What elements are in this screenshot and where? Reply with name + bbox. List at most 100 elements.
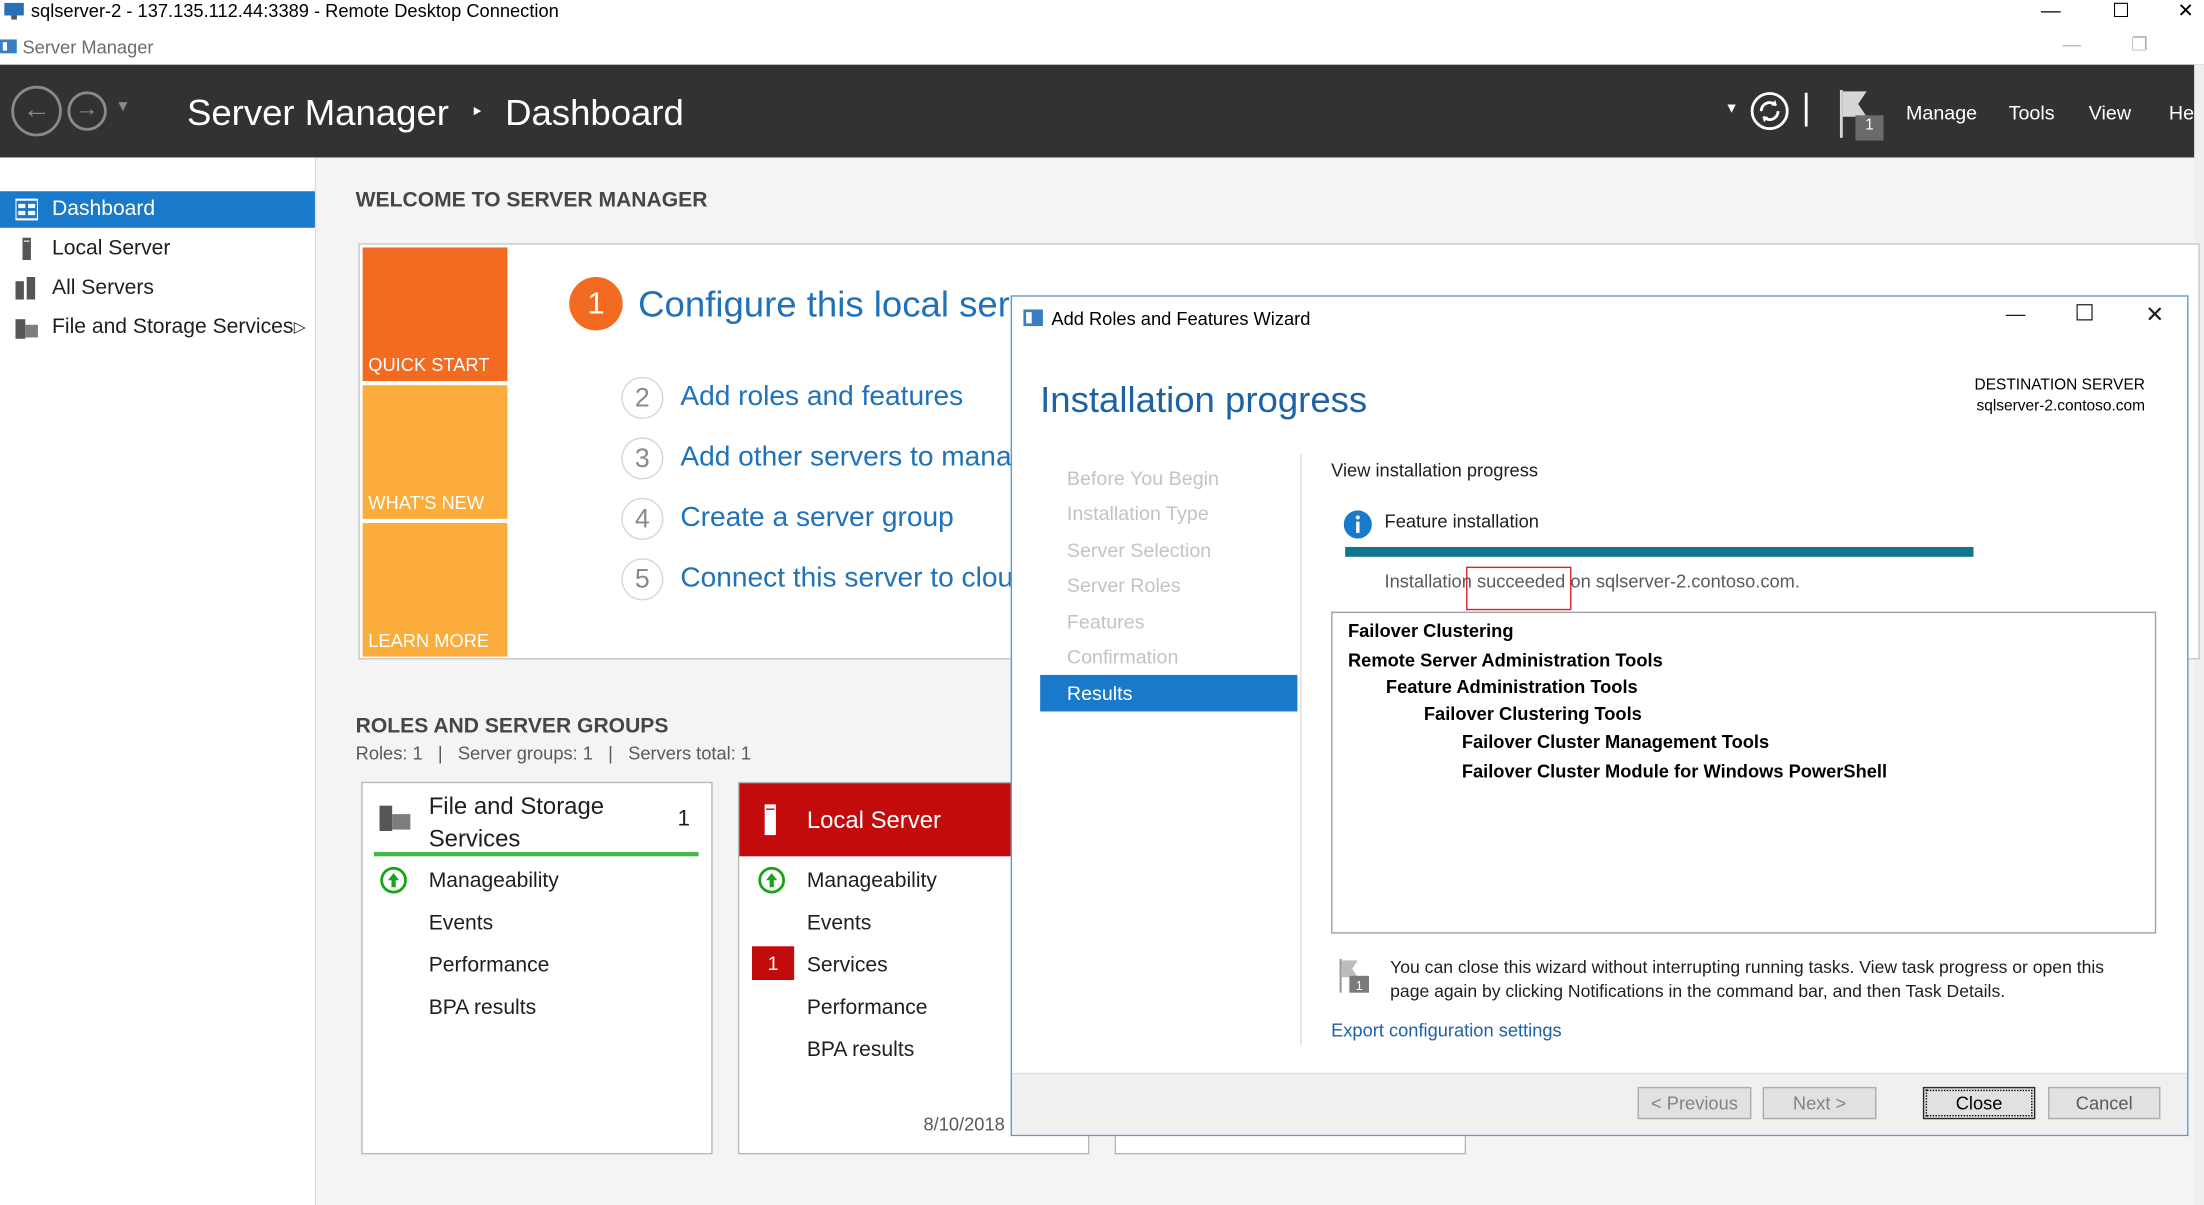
wizard-close-button[interactable]: ✕ xyxy=(2135,301,2174,329)
sidebar-item-label: All Servers xyxy=(52,275,154,300)
rdp-titlebar: sqlserver-2 - 137.135.112.44:3389 - Remo… xyxy=(0,0,2204,31)
feature-list-item: Failover Cluster Management Tools xyxy=(1461,731,1770,753)
left-navigation: Dashboard Local Server All Servers File … xyxy=(0,157,317,1205)
window-restore-button[interactable]: ❐ xyxy=(2111,34,2167,59)
next-button[interactable]: Next > xyxy=(1762,1086,1877,1120)
tile-label: QUICK START xyxy=(368,354,490,376)
card-row-bpa[interactable]: BPA results xyxy=(429,995,536,1019)
breadcrumb-separator-icon: ‣ xyxy=(470,101,484,126)
card-row-services[interactable]: Services xyxy=(807,953,888,977)
progress-fill xyxy=(1345,546,1974,557)
refresh-dropdown-icon[interactable]: ▼ xyxy=(1725,101,1739,116)
screen-root: sqlserver-2 - 137.135.112.44:3389 - Remo… xyxy=(0,0,2204,1205)
card-row-bpa[interactable]: BPA results xyxy=(807,1038,914,1062)
storage-icon xyxy=(15,319,38,339)
expand-chevron-icon[interactable]: ▷ xyxy=(294,309,306,346)
sidebar-item-dashboard[interactable]: Dashboard xyxy=(0,191,315,228)
wizard-maximize-button[interactable]: ☐ xyxy=(2065,299,2104,327)
add-roles-link[interactable]: Add roles and features xyxy=(680,381,1012,413)
menu-view[interactable]: View xyxy=(2089,101,2131,123)
card-row-manageability[interactable]: Manageability xyxy=(807,869,937,893)
sidebar-item-label: Dashboard xyxy=(52,196,156,221)
notification-count: 1 xyxy=(1865,116,1874,134)
tile-label: WHAT'S NEW xyxy=(368,492,485,514)
server-icon xyxy=(22,237,31,261)
add-servers-link[interactable]: Add other servers to manage xyxy=(680,442,1012,474)
roles-heading: ROLES AND SERVER GROUPS xyxy=(355,714,669,739)
sidebar-item-label: File and Storage Services xyxy=(52,314,294,339)
step-number: 3 xyxy=(621,437,664,480)
sidebar-item-label: Local Server xyxy=(52,236,171,261)
roles-summary: Roles: 1 | Server groups: 1 | Servers to… xyxy=(355,742,752,764)
command-divider xyxy=(1804,92,1808,127)
card-row-events[interactable]: Events xyxy=(807,911,871,935)
up-arrow-ok-icon xyxy=(758,866,786,894)
feature-list-item: Failover Clustering Tools xyxy=(1423,703,1642,725)
window-title: Server Manager xyxy=(22,36,154,58)
tile-whats-new[interactable]: WHAT'S NEW xyxy=(362,385,508,519)
step-number: 1 xyxy=(569,276,623,331)
wizard-step-installation-type: Installation Type xyxy=(1066,501,1209,525)
step-number: 5 xyxy=(621,558,664,601)
view-progress-label: View installation progress xyxy=(1331,459,1538,481)
remote-desktop-icon xyxy=(4,2,24,20)
server-manager-icon xyxy=(0,39,17,54)
rdp-title: sqlserver-2 - 137.135.112.44:3389 - Remo… xyxy=(30,0,559,22)
window-minimize-button[interactable]: — xyxy=(2044,34,2100,59)
wizard-heading: Installation progress xyxy=(1040,378,1368,421)
rdp-minimize-button[interactable]: — xyxy=(2018,0,2083,22)
menu-tools[interactable]: Tools xyxy=(2009,101,2055,123)
info-icon xyxy=(1343,510,1372,539)
menu-manage[interactable]: Manage xyxy=(1906,101,1977,123)
sidebar-item-all-servers[interactable]: All Servers xyxy=(0,270,315,307)
back-arrow-icon[interactable]: ← xyxy=(11,85,62,137)
card-date: 8/10/2018 xyxy=(923,1113,1005,1135)
cancel-button[interactable]: Cancel xyxy=(2047,1086,2161,1120)
history-dropdown-icon[interactable]: ▼ xyxy=(115,98,130,115)
dashboard-icon xyxy=(15,198,38,221)
card-title: Local Server xyxy=(806,807,941,834)
servers-icon xyxy=(15,276,36,300)
close-wizard-note: You can close this wizard without interr… xyxy=(1390,957,2105,1002)
sidebar-item-local-server[interactable]: Local Server xyxy=(0,231,315,268)
wizard-step-results[interactable]: Results xyxy=(1040,674,1298,712)
tile-quick-start[interactable]: QUICK START xyxy=(362,247,508,382)
wizard-step-features: Features xyxy=(1066,610,1145,633)
results-feature-list[interactable]: Failover Clustering Remote Server Adminis… xyxy=(1331,611,2157,934)
create-group-link[interactable]: Create a server group xyxy=(680,502,1012,534)
wizard-nav-divider xyxy=(1300,454,1302,1045)
feature-list-item: Failover Clustering xyxy=(1347,620,1514,642)
breadcrumb-page: Dashboard xyxy=(505,91,684,134)
wizard-step-label: Results xyxy=(1066,681,1133,705)
destination-server-value: sqlserver-2.contoso.com xyxy=(1976,397,2145,415)
card-row-manageability[interactable]: Manageability xyxy=(429,869,559,893)
wizard-step-before-you-begin: Before You Begin xyxy=(1066,466,1219,490)
highlight-annotation-box xyxy=(1466,566,1572,611)
rdp-close-button[interactable]: ✕ xyxy=(2153,0,2204,22)
previous-button[interactable]: < Previous xyxy=(1637,1086,1752,1120)
card-row-performance[interactable]: Performance xyxy=(429,953,550,977)
wizard-minimize-button[interactable]: — xyxy=(1996,302,2035,324)
feature-list-item: Remote Server Administration Tools xyxy=(1347,649,1663,671)
services-alert-badge: 1 xyxy=(752,946,795,981)
installation-status: Installation succeeded on sqlserver-2.co… xyxy=(1384,570,1800,592)
feature-list-item: Failover Cluster Module for Windows Powe… xyxy=(1461,760,1888,782)
card-count: 1 xyxy=(677,807,691,831)
export-configuration-link[interactable]: Export configuration settings xyxy=(1331,1019,1562,1040)
breadcrumb-app: Server Manager xyxy=(186,91,449,134)
welcome-heading: WELCOME TO SERVER MANAGER xyxy=(355,188,708,213)
tile-learn-more[interactable]: LEARN MORE xyxy=(362,523,508,657)
status-bar xyxy=(373,852,699,857)
card-row-performance[interactable]: Performance xyxy=(807,995,928,1019)
wizard-step-confirmation: Confirmation xyxy=(1066,645,1179,668)
sidebar-item-file-storage[interactable]: File and Storage Services ▷ xyxy=(0,309,315,346)
connect-cloud-link[interactable]: Connect this server to cloud services xyxy=(680,562,1012,594)
rdp-maximize-button[interactable]: ☐ xyxy=(2089,0,2154,22)
wizard-step-server-selection: Server Selection xyxy=(1066,538,1212,562)
wizard-icon xyxy=(1023,309,1043,327)
refresh-icon[interactable] xyxy=(1750,91,1789,131)
card-row-events[interactable]: Events xyxy=(429,911,493,935)
close-button[interactable]: Close xyxy=(1922,1086,2036,1120)
configure-local-server-link[interactable]: Configure this local server xyxy=(638,283,1009,327)
forward-arrow-icon[interactable]: → xyxy=(67,91,107,131)
